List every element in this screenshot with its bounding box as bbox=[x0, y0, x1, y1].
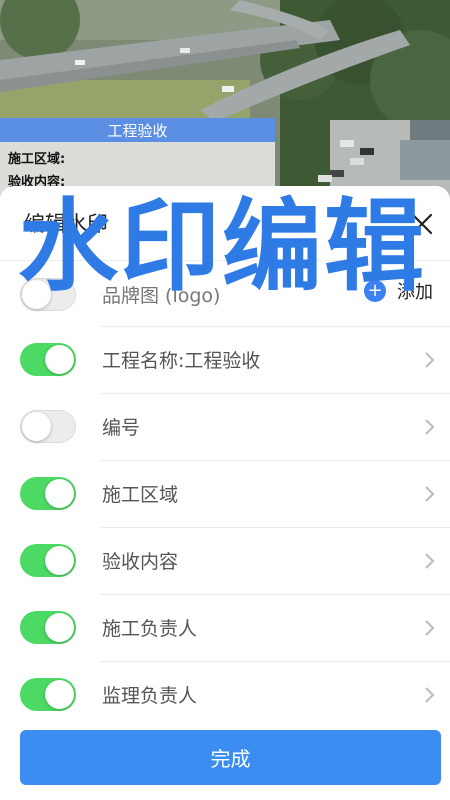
list-item-supervision-lead[interactable]: 监理负责人 bbox=[0, 661, 450, 728]
list-item-number[interactable]: 编号 bbox=[0, 393, 450, 460]
toggle-construction-area[interactable] bbox=[20, 477, 76, 510]
toggle-project-name[interactable] bbox=[20, 343, 76, 376]
list-item-construction-lead[interactable]: 施工负责人 bbox=[0, 594, 450, 661]
chevron-right-icon bbox=[425, 352, 435, 368]
list-item-project-name[interactable]: 工程名称:工程验收 bbox=[0, 326, 450, 393]
toggle-construction-lead[interactable] bbox=[20, 611, 76, 644]
chevron-right-icon bbox=[425, 687, 435, 703]
watermark-line-area: 施工区域: bbox=[8, 152, 66, 167]
overlay-title: 水印编辑 bbox=[18, 188, 426, 305]
item-label: 编号 bbox=[102, 417, 141, 439]
chevron-right-icon bbox=[425, 620, 435, 636]
chevron-right-icon bbox=[425, 419, 435, 435]
item-label: 施工负责人 bbox=[102, 618, 198, 640]
toggle-number[interactable] bbox=[20, 410, 76, 443]
list-item-acceptance-content[interactable]: 验收内容 bbox=[0, 527, 450, 594]
watermark-title: 工程验收 bbox=[0, 118, 275, 142]
item-label: 验收内容 bbox=[102, 551, 179, 573]
chevron-right-icon bbox=[425, 486, 435, 502]
item-label: 施工区域 bbox=[102, 484, 179, 506]
toggle-supervision-lead[interactable] bbox=[20, 678, 76, 711]
list-item-construction-area[interactable]: 施工区域 bbox=[0, 460, 450, 527]
item-label: 监理负责人 bbox=[102, 685, 198, 707]
item-label: 工程名称:工程验收 bbox=[102, 350, 261, 372]
toggle-acceptance-content[interactable] bbox=[20, 544, 76, 577]
chevron-right-icon bbox=[425, 553, 435, 569]
done-button[interactable]: 完成 bbox=[20, 730, 441, 785]
